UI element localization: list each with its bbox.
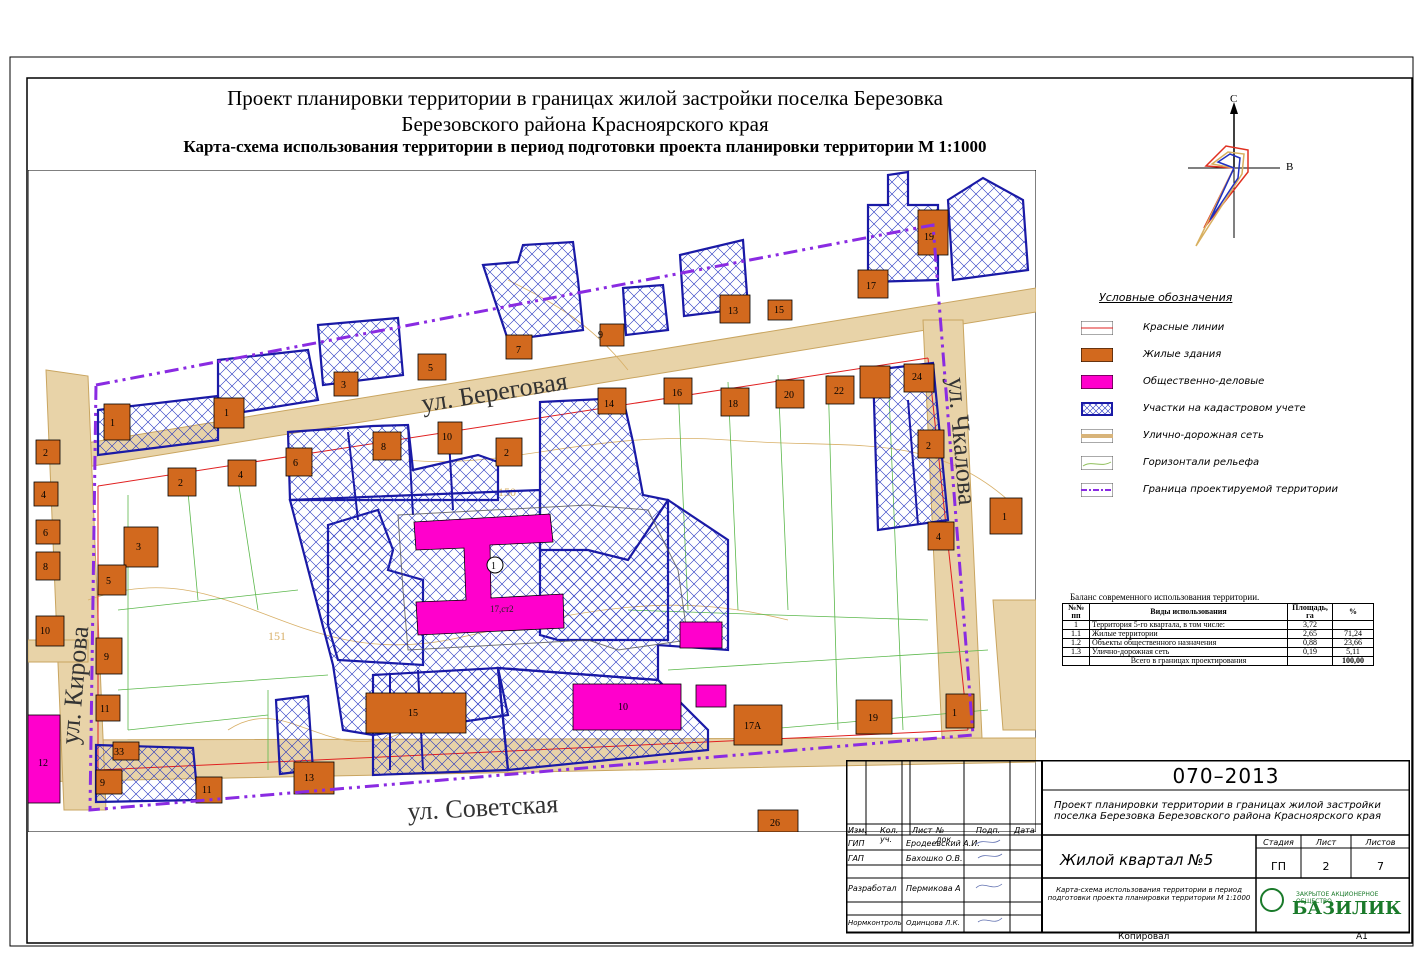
building-label: 1: [110, 418, 115, 429]
building-label: 4: [41, 490, 46, 501]
building-label: 1: [952, 708, 957, 719]
building-label: 11: [100, 704, 110, 715]
drawing-sheet: Проект планировки территории в границах …: [0, 0, 1425, 953]
building-label: 8: [381, 442, 386, 453]
building-label: 17А: [744, 721, 762, 732]
building-label: 15: [774, 305, 784, 316]
legend-header: Условные обозначения: [1099, 291, 1233, 304]
road-swatch: [1081, 429, 1113, 443]
building-label: 17: [866, 281, 876, 292]
building-label: 11: [202, 785, 212, 796]
building-label: 19: [868, 713, 878, 724]
legend-item: Красные линии: [1081, 321, 1401, 337]
building-label: 2: [504, 448, 509, 459]
public-building-number: 1: [491, 561, 496, 572]
legend-label: Участки на кадастровом учете: [1143, 403, 1306, 414]
land-use-balance: Баланс современного использования террит…: [1062, 592, 1374, 666]
building-label: 7: [516, 345, 521, 356]
legend-item: Жилые здания: [1081, 348, 1401, 364]
table-header: №№ пп: [1062, 603, 1090, 621]
building-label: 33: [114, 747, 124, 758]
building-label: 1: [224, 408, 229, 419]
building-label: 24: [912, 372, 922, 383]
public-swatch: [1081, 375, 1113, 389]
building-label: 2: [926, 441, 931, 452]
building-label: 10: [618, 702, 628, 713]
building-label: 3: [136, 542, 141, 553]
title-line-1: Проект планировки территории в границах …: [227, 86, 943, 110]
legend-label: Граница проектируемой территории: [1143, 484, 1338, 495]
balance-table: №№ пп Виды использования Площадь, га % 1…: [1062, 603, 1374, 666]
balance-caption: Баланс современного использования террит…: [1070, 592, 1260, 602]
legend-item: Граница проектируемой территории: [1081, 483, 1401, 499]
red-line-swatch: [1081, 321, 1113, 335]
building-label: 14: [604, 399, 614, 410]
building-label: 26: [770, 818, 780, 829]
building-label: 8: [43, 562, 48, 573]
cadastral-swatch: [1081, 402, 1113, 416]
contour-label-1: 151: [268, 629, 286, 643]
building-label: 13: [304, 773, 314, 784]
building-label: 4: [936, 532, 941, 543]
building-label: 5: [106, 576, 111, 587]
legend-label: Общественно-деловые: [1143, 376, 1265, 387]
legend-label: Красные линии: [1143, 322, 1225, 333]
building-label: 5: [428, 363, 433, 374]
compass-north: С: [1230, 93, 1237, 105]
signatures: [975, 839, 1003, 923]
building-label: 20: [784, 390, 794, 401]
wind-rose: С В: [1188, 93, 1293, 247]
building-label: 10: [40, 626, 50, 637]
legend-item: Улично-дорожная сеть: [1081, 429, 1401, 445]
table-header: %: [1332, 603, 1374, 621]
building-label: 15: [408, 708, 418, 719]
building-label: 1: [1002, 512, 1007, 523]
paper-format: А1: [1356, 932, 1368, 942]
boundary-swatch: [1081, 483, 1113, 497]
building-label: 2: [43, 448, 48, 459]
building-label: 18: [728, 399, 738, 410]
building-label: 13: [728, 306, 738, 317]
building-label: 9: [104, 652, 109, 663]
legend-label: Горизонтали рельефа: [1143, 457, 1260, 468]
building-label: 10: [442, 432, 452, 443]
building-label: 16: [672, 388, 682, 399]
building-label: 4: [238, 470, 243, 481]
table-header: Площадь, га: [1287, 603, 1333, 621]
public-building-note: 17,ст2: [490, 604, 514, 614]
map-canvas: 151 150: [28, 170, 1036, 832]
contour-swatch: [1081, 456, 1113, 470]
building-label: 6: [43, 528, 48, 539]
compass-east: В: [1286, 161, 1293, 173]
building-label: 3: [341, 380, 346, 391]
title-line-3: Карта-схема использования территории в п…: [183, 137, 987, 156]
building-label: 9: [100, 778, 105, 789]
legend-item: Общественно-деловые: [1081, 375, 1401, 391]
building-label: 9: [598, 330, 603, 341]
building-label: 6: [293, 458, 298, 469]
building-label: 22: [834, 386, 844, 397]
table-header-row: №№ пп Виды использования Площадь, га %: [1062, 603, 1374, 621]
title-line-2: Березовского района Красноярского края: [401, 112, 769, 136]
legend-label: Улично-дорожная сеть: [1143, 430, 1264, 441]
legend-item: Горизонтали рельефа: [1081, 456, 1401, 472]
title-block: 070–2013 Проект планировки территории в …: [846, 760, 1410, 943]
residential-swatch: [1081, 348, 1113, 362]
table-header: Виды использования: [1089, 603, 1288, 621]
table-row: Всего в границах проектирования 100,00: [1062, 656, 1374, 666]
legend-label: Жилые здания: [1143, 349, 1222, 360]
copied-label: Копировал: [1118, 932, 1170, 942]
legend-item: Участки на кадастровом учете: [1081, 402, 1401, 418]
building-label: 12: [38, 758, 48, 769]
building-label: 2: [178, 478, 183, 489]
